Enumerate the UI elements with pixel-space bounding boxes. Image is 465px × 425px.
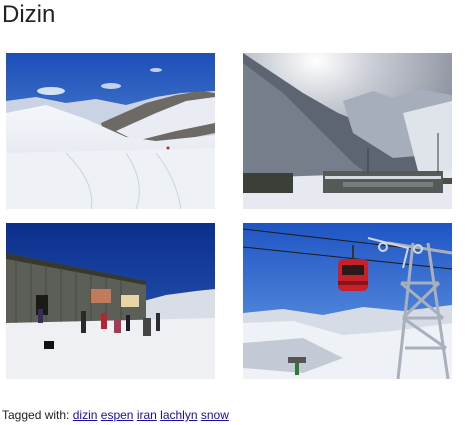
tag-link-snow[interactable]: snow <box>201 408 229 422</box>
tag-link-lachlyn[interactable]: lachlyn <box>160 408 197 422</box>
tag-label: Tagged with: <box>2 408 70 422</box>
photo-thumbnail-1[interactable] <box>6 53 215 209</box>
photo-thumbnail-3[interactable] <box>6 223 215 379</box>
tag-list: Tagged with: dizin espen iran lachlyn sn… <box>2 408 229 422</box>
ski-slope-photo <box>6 53 215 209</box>
mountain-valley-photo <box>243 53 452 209</box>
gondola-lift-photo <box>243 223 452 379</box>
page-title: Dizin <box>2 1 56 28</box>
tag-link-dizin[interactable]: dizin <box>73 408 98 422</box>
photo-thumbnail-4[interactable] <box>243 223 452 379</box>
tag-link-iran[interactable]: iran <box>137 408 157 422</box>
ski-lodge-photo <box>6 223 215 379</box>
tag-link-espen[interactable]: espen <box>101 408 134 422</box>
photo-thumbnail-2[interactable] <box>243 53 452 209</box>
